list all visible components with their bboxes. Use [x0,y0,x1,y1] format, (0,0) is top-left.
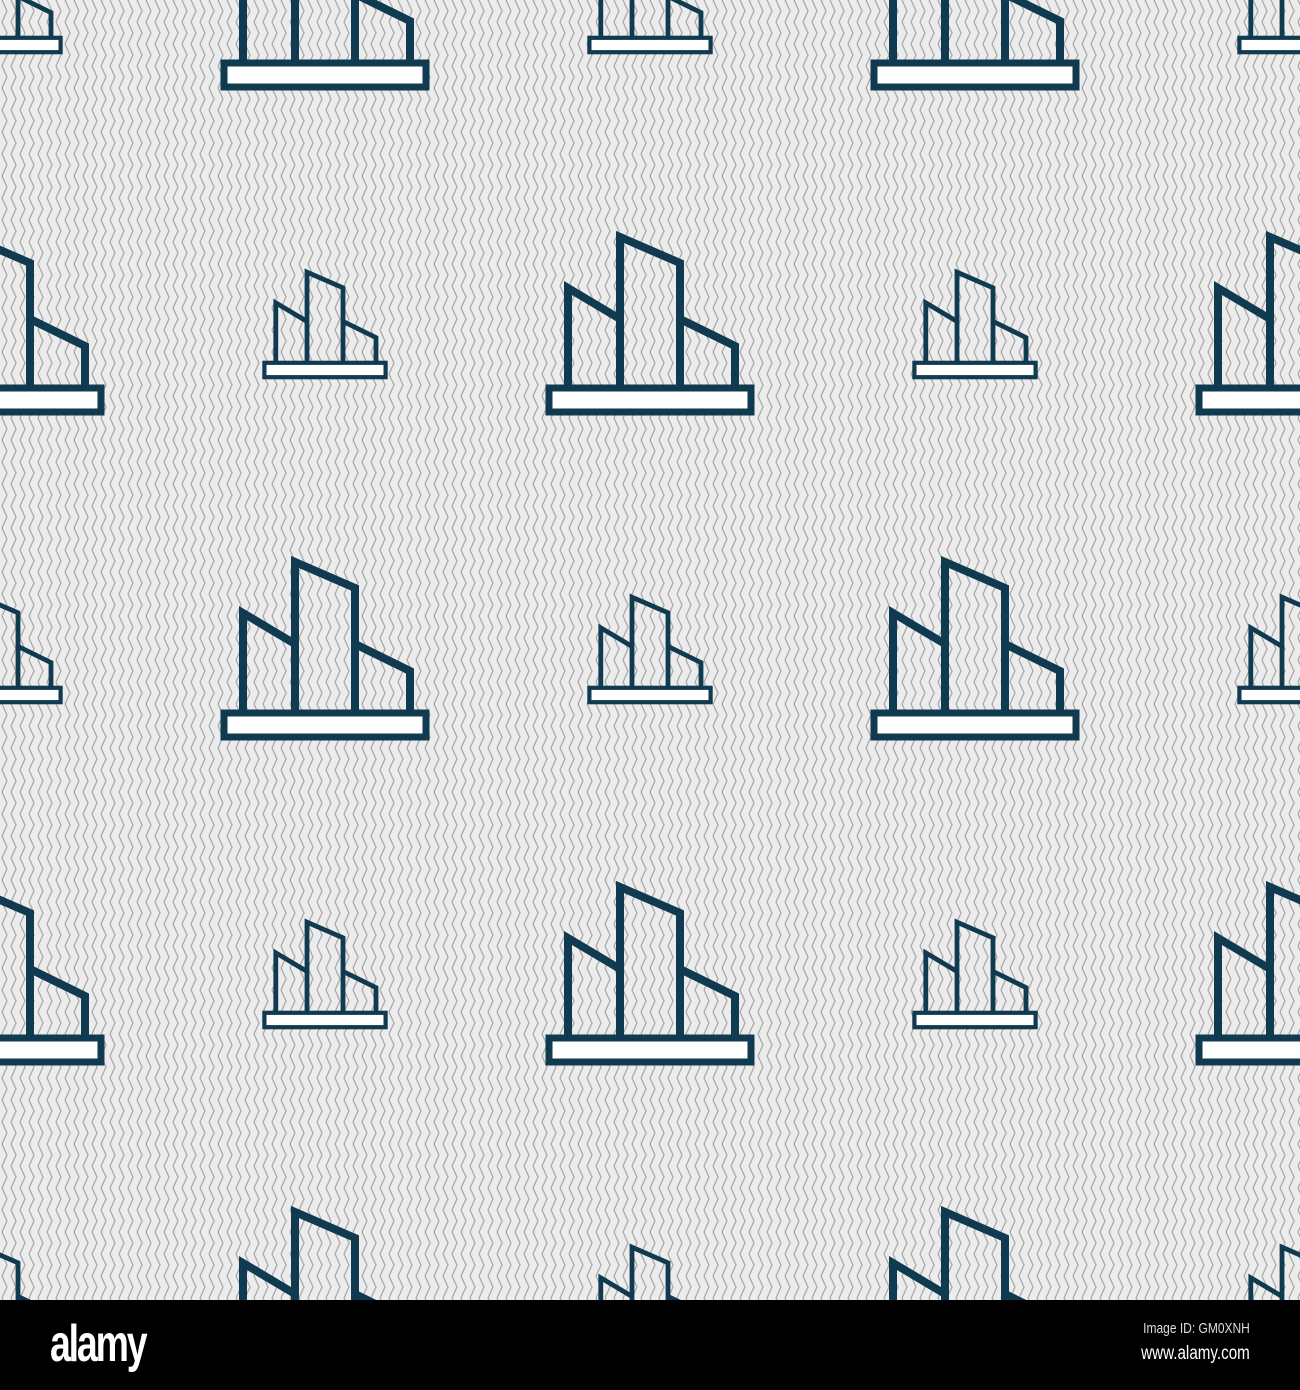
alamy-logo: alamy [50,1315,148,1373]
seamless-building-pattern [0,0,1300,1300]
image-id: Image ID: GM0XNH [1143,1320,1250,1337]
footer-bar: alamy Image ID: GM0XNH www.alamy.com [0,1300,1300,1390]
website-link[interactable]: www.alamy.com [1141,1343,1250,1365]
image-meta: Image ID: GM0XNH www.alamy.com [1114,1320,1250,1365]
